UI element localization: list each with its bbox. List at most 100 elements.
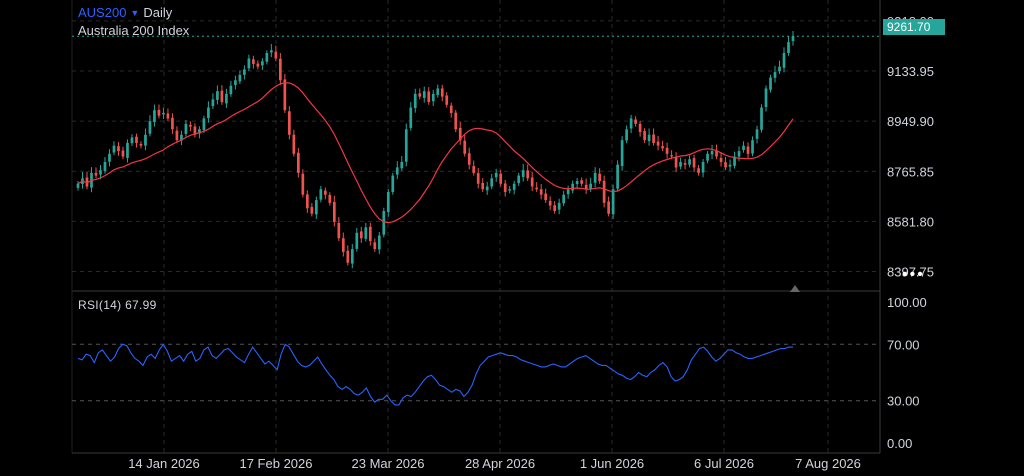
rsi-axis-label: 0.00 <box>887 436 912 451</box>
candle-body <box>499 173 503 184</box>
candle-body <box>341 238 345 252</box>
candle-body <box>171 117 174 130</box>
candle-body <box>130 137 134 144</box>
candle-body <box>99 170 102 175</box>
candle-body <box>472 166 476 173</box>
candle-body <box>153 110 156 122</box>
candle-body <box>616 164 619 189</box>
instrument-name: Australia 200 Index <box>78 23 190 38</box>
candle-body <box>778 66 781 72</box>
candle-body <box>476 173 480 184</box>
candle-body <box>328 194 332 203</box>
ellipsis-icon[interactable]: ••• <box>902 266 925 284</box>
candle-body <box>661 146 664 149</box>
candle-body <box>490 178 494 187</box>
candle-body <box>737 151 741 157</box>
timeframe-label[interactable]: Daily <box>143 5 172 20</box>
candle-body <box>117 146 120 152</box>
candle-body <box>544 193 548 201</box>
rsi-line <box>77 343 793 406</box>
candle-body <box>404 129 408 162</box>
symbol-header[interactable]: AUS200 ▼ Daily <box>78 5 172 21</box>
candle-body <box>503 183 507 192</box>
candle-body <box>238 74 242 82</box>
candle-body <box>418 93 422 97</box>
rsi-axis-label: 100.00 <box>887 295 927 310</box>
candle-body <box>440 88 444 97</box>
candle-body <box>422 91 426 98</box>
candle-body <box>742 145 745 150</box>
candle-body <box>355 232 359 249</box>
candle-body <box>647 134 651 142</box>
candle-body <box>377 235 381 250</box>
candle-body <box>292 134 296 154</box>
candle-body <box>530 177 534 187</box>
candle-body <box>449 105 453 113</box>
candle-body <box>485 186 489 191</box>
candle-body <box>512 183 516 190</box>
candle-body <box>463 140 467 154</box>
candle-body <box>575 181 579 185</box>
candle-body <box>229 85 233 95</box>
candle-body <box>571 183 575 191</box>
candle-body <box>454 112 458 130</box>
candle-body <box>135 136 138 143</box>
candle-body <box>773 72 777 78</box>
candle-body <box>548 200 552 206</box>
candle-body <box>706 153 709 161</box>
candle-body <box>175 130 179 141</box>
chart-area[interactable]: 9318.009133.958949.908765.858581.808397.… <box>0 0 1024 471</box>
triangle-marker-icon <box>790 285 800 292</box>
candle-body <box>431 93 435 102</box>
candle-body <box>157 109 161 116</box>
candle-body <box>760 107 763 130</box>
candle-body <box>679 161 682 167</box>
candle-body <box>305 194 309 209</box>
candle-body <box>769 77 772 90</box>
candle-body <box>368 226 372 241</box>
candle-body <box>494 172 498 178</box>
price-axis-label: 9133.95 <box>887 64 934 79</box>
candle-body <box>288 111 291 135</box>
rsi-label[interactable]: RSI(14) 67.99 <box>78 298 157 312</box>
candle-body <box>202 118 206 131</box>
candle-body <box>319 189 323 200</box>
candle-body <box>791 36 795 42</box>
candle-body <box>656 141 660 146</box>
candle-body <box>751 140 754 154</box>
candle-body <box>162 112 165 115</box>
candle-body <box>211 99 215 107</box>
price-axis-label: 8765.85 <box>887 164 934 179</box>
candle-body <box>256 63 260 67</box>
candle-body <box>144 134 147 146</box>
rsi-axis-label: 70.00 <box>887 337 920 352</box>
candle-body <box>620 140 624 167</box>
candle-body <box>184 123 188 134</box>
triangle-down-icon[interactable]: ▼ <box>130 8 139 18</box>
candle-body <box>755 129 759 139</box>
candle-body <box>283 79 287 111</box>
candle-body <box>611 189 615 215</box>
candle-body <box>112 145 116 153</box>
time-axis-label: 17 Feb 2026 <box>239 456 312 471</box>
candle-body <box>643 130 646 141</box>
chart-canvas[interactable]: 9318.009133.958949.908765.858581.808397.… <box>0 0 1024 471</box>
time-axis-label: 14 Jan 2026 <box>128 456 200 471</box>
symbol-name[interactable]: AUS200 <box>78 5 126 20</box>
candle-body <box>607 201 610 214</box>
candle-body <box>386 191 390 213</box>
candle-body <box>670 155 673 157</box>
candle-body <box>166 113 170 119</box>
time-axis-label: 1 Jun 2026 <box>580 456 644 471</box>
candle-body <box>296 152 300 173</box>
candle-body <box>346 250 350 263</box>
candle-body <box>126 142 129 158</box>
candle-body <box>76 183 80 188</box>
time-axis-label: 23 Mar 2026 <box>352 456 425 471</box>
candle-body <box>625 129 628 141</box>
candle-body <box>413 93 417 109</box>
candle-body <box>629 118 633 129</box>
candle-body <box>665 147 669 154</box>
candle-body <box>697 168 700 173</box>
candle-body <box>526 170 530 179</box>
